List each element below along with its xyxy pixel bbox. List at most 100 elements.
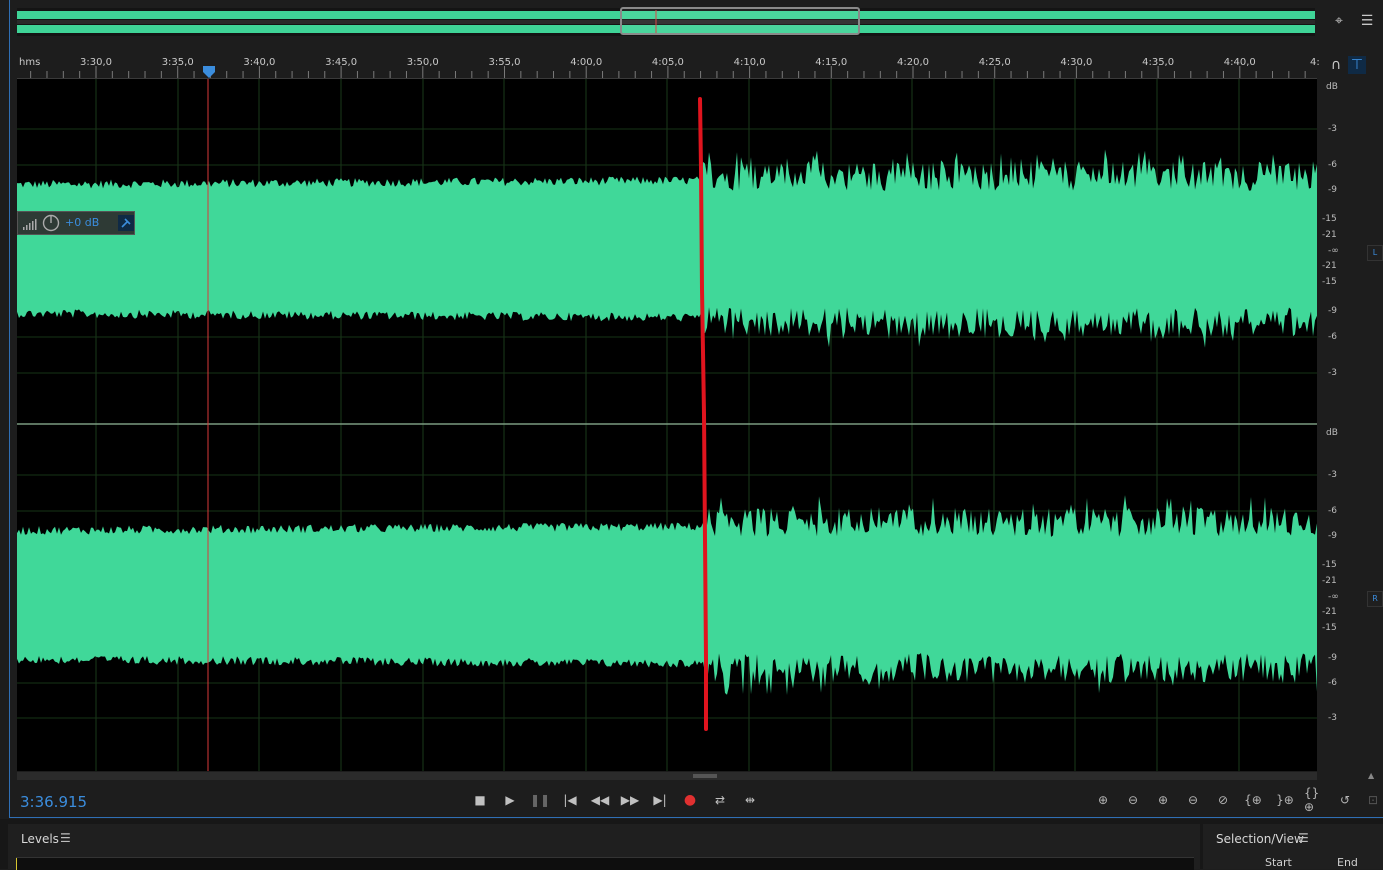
db-tick-label: -9 [1328,653,1337,663]
pause-icon: ❚❚ [529,793,551,807]
gain-knob-icon[interactable] [42,214,60,232]
clip-gain-value[interactable]: +0 dB [65,216,99,229]
db-tick-label: -∞ [1328,592,1339,602]
selection-end-header: End [1337,856,1358,869]
ruler-tick-label: 4:40,0 [1223,57,1256,68]
skip-end-icon: ▶| [653,793,667,807]
db-tick-label: -3 [1328,470,1337,480]
skip-start-icon: |◀ [563,793,577,807]
hud-pin-icon[interactable] [118,215,134,231]
ruler-tick-label: 3:45,0 [325,57,358,68]
zoom-out-full-button[interactable]: ⊘ [1212,791,1234,809]
zoom-in-amplitude-button[interactable]: ⊕ [1092,791,1114,809]
ruler-tick-label: 4:15,0 [815,57,848,68]
db-tick-label: -3 [1328,124,1337,134]
db-tick-label: -9 [1328,185,1337,195]
zoom-in-amplitude-icon: ⊕ [1097,793,1109,807]
db-tick-label: -15 [1322,214,1337,224]
db-tick-label: -21 [1322,261,1337,271]
stop-button[interactable]: ■ [470,791,490,809]
db-tick-label: -15 [1322,560,1337,570]
db-tick-label: -6 [1328,332,1337,342]
scrollbar-grip[interactable] [693,774,717,778]
channel-left-badge[interactable]: L [1367,245,1383,261]
play-icon: ▶ [505,793,515,807]
db-tick-label: -15 [1322,277,1337,287]
loop-button[interactable]: ⇄ [710,791,730,809]
db-tick-label: dB [1326,82,1338,92]
playhead-marker-icon[interactable] [202,65,216,79]
ruler-tick-label: 3:30,0 [80,57,112,68]
stop-icon: ■ [474,793,486,807]
scroll-up-icon[interactable]: ▲ [1368,771,1374,780]
db-tick-label: -∞ [1328,246,1339,256]
current-time-display[interactable]: 3:36.915 [20,793,87,811]
ruler-tick-label: 4:35,0 [1142,57,1175,68]
zoom-selection-icon: {}⊕ [1304,786,1320,814]
zoom-in-at-start-button[interactable]: {⊕ [1242,791,1264,809]
pause-button[interactable]: ❚❚ [530,791,550,809]
ruler-tick-label: 4:30,0 [1060,57,1093,68]
ruler-tick-label: 4:20,0 [897,57,929,68]
loop-icon: ⇄ [714,793,726,807]
skip-selection-button[interactable]: ⇹ [740,791,760,809]
waveform-display[interactable] [17,79,1317,771]
zoom-in-at-end-button[interactable]: }⊕ [1274,791,1296,809]
selection-view-menu-icon[interactable]: ☰ [1298,831,1309,845]
db-tick-label: -21 [1322,607,1337,617]
level-meter [16,857,1194,870]
ruler-tick-label: 3:55,0 [488,57,521,68]
zoom-to-selection-button[interactable]: {}⊕ [1304,786,1326,814]
channel-right-badge[interactable]: R [1367,591,1383,607]
zoom-out-full-icon: ⊘ [1217,793,1229,807]
ruler-tick-label: 4:05,0 [651,57,684,68]
fast-forward-button[interactable]: ▶▶ [620,791,640,809]
levels-panel: Levels ☰ [8,824,1200,870]
zoom-in-time-button[interactable]: ⊕ [1152,791,1174,809]
zoom-out-amplitude-button[interactable]: ⊖ [1122,791,1144,809]
go-to-end-button[interactable]: ▶| [650,791,670,809]
selection-view-panel: Selection/View ☰ Start End [1203,824,1383,869]
horizontal-scrollbar[interactable] [17,772,1317,780]
zoom-in-start-icon: {⊕ [1244,793,1262,807]
go-to-start-button[interactable]: |◀ [560,791,580,809]
zoom-history-button[interactable]: ↺ [1334,791,1356,809]
panel-menu-icon[interactable]: ☰ [1358,12,1376,30]
zoom-history-icon: ↺ [1339,793,1351,807]
zoom-in-end-icon: }⊕ [1276,793,1294,807]
hud-pin-glyph-icon [121,218,131,228]
selection-view-title[interactable]: Selection/View [1216,832,1304,846]
db-tick-label: dB [1326,428,1338,438]
zoom-extra-button[interactable]: ⊡ [1362,791,1383,809]
zoom-navigator-icon[interactable]: ⌖ [1330,12,1348,30]
record-icon: ● [683,792,697,808]
fast-forward-icon: ▶▶ [620,793,640,807]
db-tick-label: -6 [1328,678,1337,688]
db-scale[interactable]: dB -3 -6 -9 -15 -21 -∞ -21 -15 -9 -6 -3 dB -3 -6 -9 -15… [1318,79,1366,771]
levels-panel-title[interactable]: Levels [21,832,59,846]
skip-selection-icon: ⇹ [744,793,756,807]
transport-bar: 3:36.915 ■ ▶ ❚❚ |◀ ◀◀ ▶▶ ▶| ● ⇄ ⇹ ⊕ ⊖ ⊕ … [10,781,1383,817]
db-tick-label: -15 [1322,623,1337,633]
zoom-out-time-button[interactable]: ⊖ [1182,791,1204,809]
ruler-tick-label: 4:25,0 [978,57,1011,68]
ruler-tick-label: 3:35,0 [161,57,194,68]
levels-menu-icon[interactable]: ☰ [60,831,71,845]
overview-view-handle[interactable] [620,7,860,35]
play-button[interactable]: ▶ [500,791,520,809]
headphones-icon[interactable]: ∩ [1327,56,1345,74]
db-tick-label: -9 [1328,306,1337,316]
zoom-in-time-icon: ⊕ [1157,793,1169,807]
time-ruler[interactable]: hms 3:30,0 3:35,0 3:40,0 3:45,0 3:50,0 3:55,0… [17,55,1320,79]
pin-icon[interactable]: ⊤ [1348,56,1366,74]
zoom-out-time-icon: ⊖ [1187,793,1199,807]
db-tick-label: -3 [1328,713,1337,723]
ruler-tick-label: 4:00,0 [570,57,603,68]
db-tick-label: -9 [1328,531,1337,541]
rewind-icon: ◀◀ [590,793,610,807]
rewind-button[interactable]: ◀◀ [590,791,610,809]
clip-gain-hud[interactable]: +0 dB [17,211,135,235]
zoom-out-amplitude-icon: ⊖ [1127,793,1139,807]
record-button[interactable]: ● [680,791,700,809]
level-meter-marker [16,858,17,870]
